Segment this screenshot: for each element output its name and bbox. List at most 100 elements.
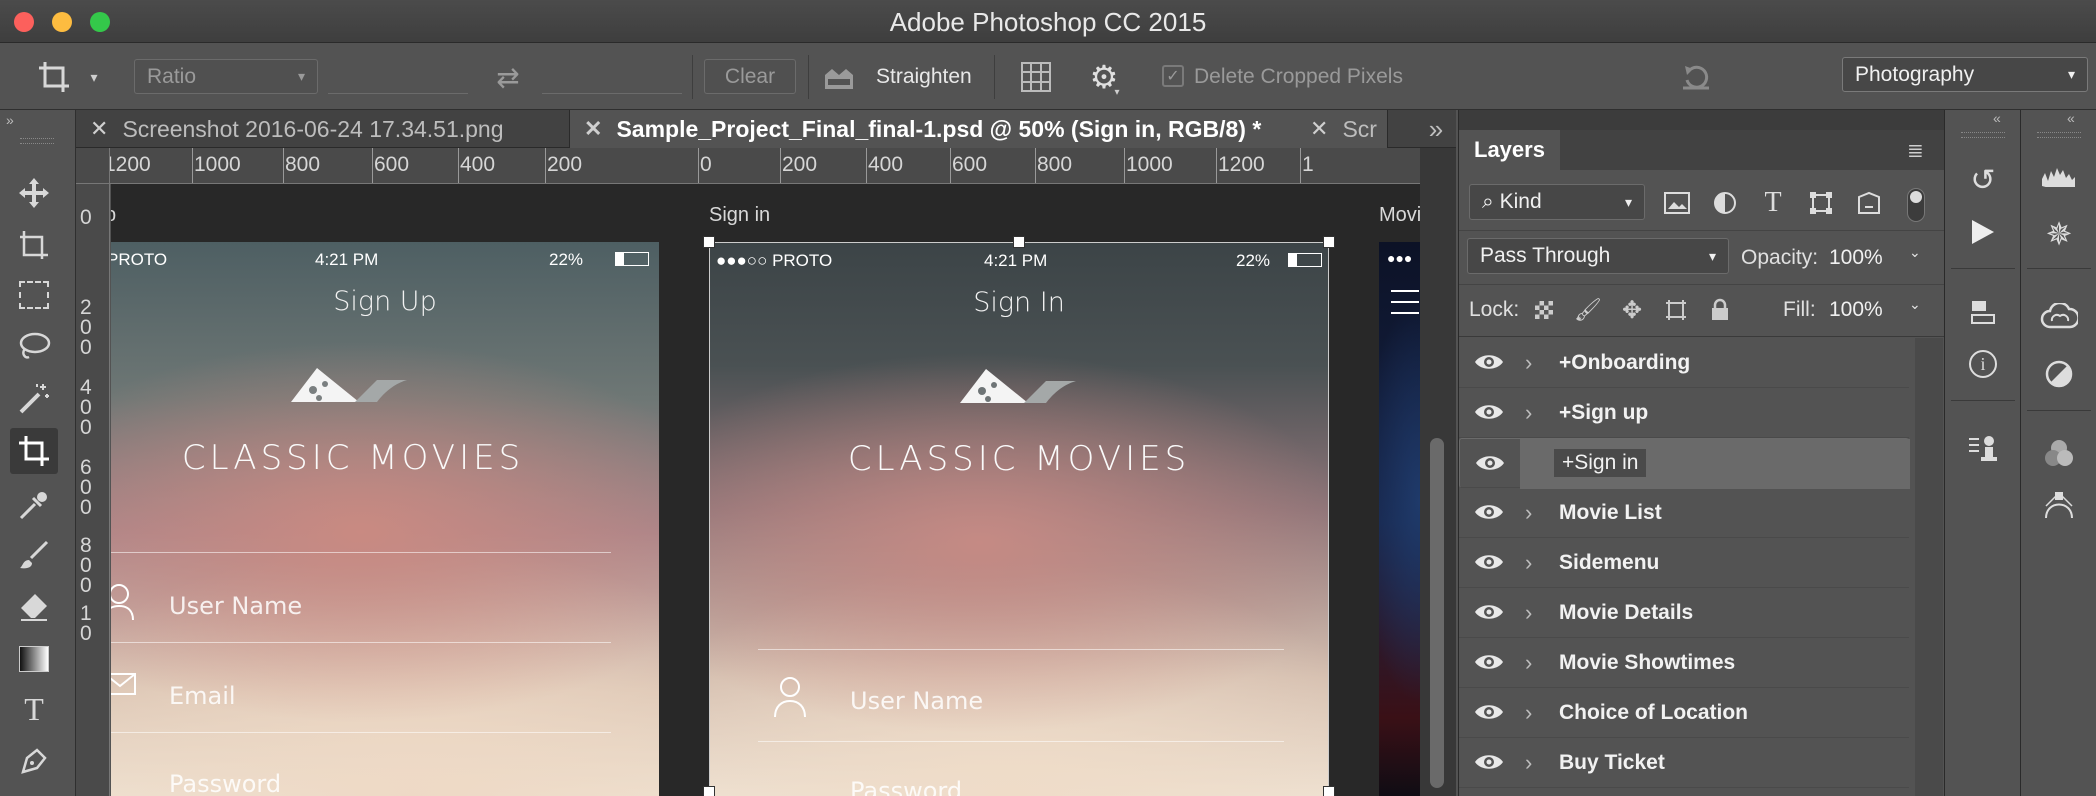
crop-handle-tc[interactable] — [1013, 236, 1025, 248]
crop-icon[interactable] — [10, 428, 58, 474]
expand-group-chevron-icon[interactable]: › — [1525, 350, 1532, 376]
layer-row[interactable]: › Sidemenu — [1459, 538, 1909, 588]
artboard-signin[interactable]: ●●●○○ PROTO 4:21 PM 22% Sign In CLASSIC … — [709, 242, 1329, 796]
crop-handle-tl[interactable] — [703, 236, 715, 248]
visibility-eye-icon[interactable] — [1473, 600, 1505, 624]
panel-menu-icon[interactable]: ≣ — [1907, 138, 1924, 163]
navigator-icon[interactable]: ✵ — [2037, 212, 2081, 256]
blend-mode-select[interactable]: Pass Through ▾ — [1467, 238, 1729, 274]
lock-artboard-icon[interactable] — [1661, 296, 1691, 324]
crop-handle-tr[interactable] — [1323, 236, 1335, 248]
lock-pixels-brush-icon[interactable]: 🖌 — [1573, 296, 1603, 324]
crop-height-input[interactable] — [542, 59, 682, 94]
layer-row[interactable]: › Movie List — [1459, 488, 1909, 538]
history-icon[interactable]: ↺ — [1961, 158, 2005, 202]
visibility-eye-icon[interactable] — [1473, 700, 1505, 724]
tab-screenshot[interactable]: ✕ Screenshot 2016-06-24 17.34.51.png — [76, 110, 570, 148]
opacity-chevron-icon[interactable]: ⌄ — [1909, 244, 1921, 261]
filter-type-icon[interactable]: T — [1755, 186, 1791, 220]
histogram-icon[interactable] — [2037, 154, 2081, 198]
password-field-label[interactable]: Password — [850, 777, 962, 796]
opacity-value[interactable]: 100% — [1829, 246, 1883, 270]
close-tab-icon[interactable]: ✕ — [1310, 116, 1328, 142]
lock-all-icon[interactable] — [1705, 296, 1735, 324]
canvas-scrollbar[interactable] — [1420, 148, 1456, 796]
pen-icon[interactable] — [10, 738, 58, 784]
artboard-icon[interactable] — [10, 222, 58, 268]
filter-adjustment-icon[interactable] — [1707, 186, 1743, 220]
delete-cropped-checkbox[interactable]: ✓ — [1162, 65, 1184, 87]
lock-position-icon[interactable]: ✥ — [1617, 296, 1647, 324]
artboard-label-signin[interactable]: Sign in — [709, 204, 770, 227]
brush-icon[interactable] — [10, 532, 58, 578]
channels-icon[interactable] — [2037, 432, 2081, 476]
clone-source-icon[interactable] — [1961, 426, 2005, 470]
marquee-icon[interactable] — [10, 272, 58, 318]
move-icon[interactable] — [10, 170, 58, 216]
workspace-switcher[interactable]: Photography ▾ — [1842, 57, 2088, 92]
layer-row[interactable]: › Movie Details — [1459, 588, 1909, 638]
visibility-eye-icon[interactable] — [1473, 650, 1505, 674]
chevron-down-icon[interactable]: ▾ — [84, 67, 104, 87]
eraser-icon[interactable] — [10, 584, 58, 630]
scrollbar-thumb[interactable] — [1430, 438, 1444, 788]
collapse-dock-icon[interactable]: « — [2067, 110, 2075, 126]
layers-scrollbar[interactable] — [1915, 338, 1943, 796]
artboard-label-movies[interactable]: Movi — [1379, 204, 1420, 227]
username-field-label[interactable]: User Name — [169, 592, 302, 620]
expand-group-chevron-icon[interactable]: › — [1525, 700, 1532, 726]
tab-screenshot-2[interactable]: ✕ Scr — [1296, 110, 1396, 148]
adjustments-icon[interactable] — [2037, 352, 2081, 396]
filter-shape-icon[interactable] — [1803, 186, 1839, 220]
settings-chevron-icon[interactable]: ▾ — [1112, 87, 1122, 98]
username-field-label[interactable]: User Name — [850, 687, 983, 715]
ruler-origin[interactable] — [76, 148, 110, 184]
tab-sample-project[interactable]: ✕ Sample_Project_Final_final-1.psd @ 50%… — [570, 110, 1388, 148]
crop-handle-br[interactable] — [1323, 786, 1335, 796]
layer-row[interactable]: › Movie Showtimes — [1459, 638, 1909, 688]
fill-value[interactable]: 100% — [1829, 298, 1883, 322]
email-field-label[interactable]: Email — [169, 682, 236, 710]
crop-width-input[interactable] — [328, 59, 468, 94]
lasso-icon[interactable] — [10, 324, 58, 370]
straighten-icon[interactable] — [820, 59, 858, 95]
layer-row[interactable]: › Choice of Location — [1459, 688, 1909, 738]
layer-name[interactable]: +Sign up — [1559, 401, 1648, 425]
lock-transparent-icon[interactable] — [1529, 296, 1559, 324]
visibility-eye-icon[interactable] — [1473, 750, 1505, 774]
close-tab-icon[interactable]: ✕ — [584, 116, 602, 142]
visibility-eye-icon[interactable] — [1473, 400, 1505, 424]
type-icon[interactable]: T — [10, 686, 58, 732]
expand-group-chevron-icon[interactable]: › — [1525, 750, 1532, 776]
libraries-icon[interactable] — [2037, 294, 2081, 338]
more-tabs-icon[interactable]: » — [1416, 110, 1456, 148]
vertical-ruler[interactable]: 0 0 2 0 0 4 0 0 6 0 0 8 0 0 1 0 — [76, 184, 110, 796]
expand-group-chevron-icon[interactable]: › — [1525, 650, 1532, 676]
visibility-eye-icon[interactable] — [1473, 500, 1505, 524]
visibility-eye-icon[interactable] — [1474, 451, 1506, 475]
password-field-label[interactable]: Password — [169, 770, 281, 796]
layer-name[interactable]: Buy Ticket — [1559, 751, 1665, 775]
crop-handle-bl[interactable] — [703, 786, 715, 796]
3d-icon[interactable] — [1961, 290, 2005, 334]
info-icon[interactable]: i — [1961, 342, 2005, 386]
filter-smart-object-icon[interactable] — [1851, 186, 1887, 220]
layer-name[interactable]: +Onboarding — [1559, 351, 1690, 375]
magic-wand-icon[interactable] — [10, 376, 58, 422]
expand-group-chevron-icon[interactable]: › — [1525, 400, 1532, 426]
collapse-toolbar-icon[interactable]: » — [6, 112, 14, 128]
reset-crop-icon[interactable] — [1676, 57, 1716, 97]
layers-tab[interactable]: Layers — [1459, 130, 1560, 170]
visibility-eye-icon[interactable] — [1473, 550, 1505, 574]
layer-name[interactable]: Movie List — [1559, 501, 1662, 525]
visibility-eye-icon[interactable] — [1473, 350, 1505, 374]
artboard-signup[interactable]: PROTO 4:21 PM 22% Sign Up CLASSIC MOVIES… — [111, 242, 659, 796]
gradient-icon[interactable] — [10, 636, 58, 682]
layer-name[interactable]: Choice of Location — [1559, 701, 1748, 725]
layer-name[interactable]: Sidemenu — [1559, 551, 1659, 575]
expand-group-chevron-icon[interactable]: › — [1525, 550, 1532, 576]
swap-dimensions-icon[interactable]: ⇄ — [488, 59, 528, 95]
layer-row[interactable]: › +Sign up — [1459, 388, 1909, 438]
crop-tool-preset-icon[interactable] — [34, 57, 74, 97]
ratio-select[interactable]: Ratio ▾ — [134, 59, 318, 94]
